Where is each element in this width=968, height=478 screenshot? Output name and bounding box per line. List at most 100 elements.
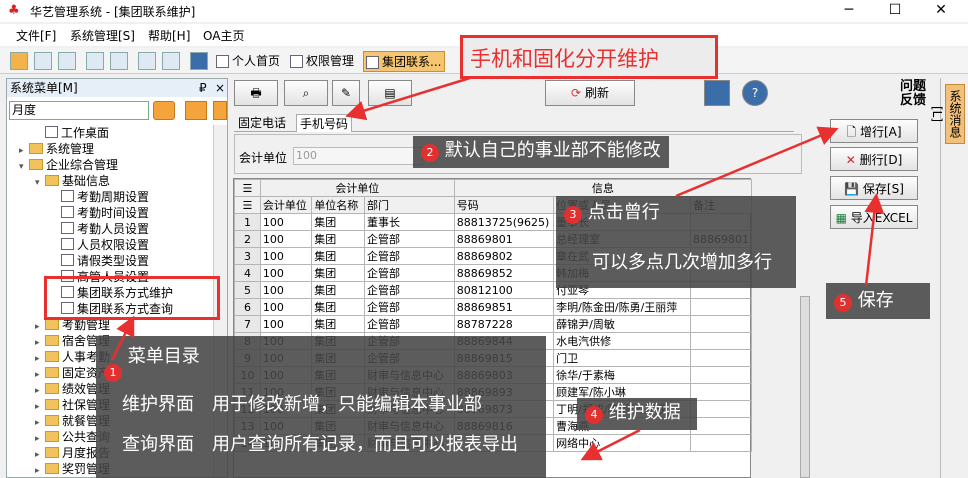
- tree-item[interactable]: 工作桌面: [19, 125, 219, 141]
- edit-button[interactable]: ✎: [332, 80, 360, 106]
- tab-mobile[interactable]: 手机号码: [296, 114, 353, 132]
- table-cell[interactable]: 88869801: [453, 230, 555, 248]
- table-cell[interactable]: 企管部: [364, 315, 455, 333]
- tree-item[interactable]: 考勤人员设置: [19, 221, 219, 237]
- table-cell[interactable]: [689, 417, 753, 435]
- column-header[interactable]: 会计单位: [259, 196, 313, 214]
- menu-help[interactable]: 帮助[H]: [148, 27, 190, 44]
- table-cell[interactable]: 88869852: [453, 264, 555, 282]
- mail-icon[interactable]: [162, 52, 180, 70]
- expand-icon[interactable]: ▾: [35, 175, 45, 191]
- table-cell[interactable]: 集团: [311, 315, 366, 333]
- tools-icon[interactable]: [34, 52, 52, 70]
- help-button[interactable]: ?: [742, 80, 768, 106]
- maximize-button[interactable]: ☐: [872, 0, 918, 22]
- print-icon[interactable]: [58, 52, 76, 70]
- table-row[interactable]: 7 100 集团 企管部 88787228 薛锦尹/周敏: [234, 315, 753, 333]
- column-header[interactable]: 部门: [364, 196, 455, 214]
- table-cell[interactable]: 李明/陈金田/陈勇/王丽萍: [553, 298, 691, 316]
- column-header[interactable]: 号码: [453, 196, 555, 214]
- window-switch-button[interactable]: [704, 80, 730, 106]
- table-cell[interactable]: 88813725(9625): [453, 213, 555, 231]
- settings-icon[interactable]: [10, 52, 28, 70]
- table-cell[interactable]: 集团: [311, 281, 366, 299]
- feedback-label[interactable]: 问题反馈: [900, 80, 934, 108]
- table-cell[interactable]: [689, 434, 753, 452]
- vertical-scrollbar[interactable]: [800, 296, 810, 478]
- table-cell[interactable]: 董事长: [364, 213, 455, 231]
- menu-system[interactable]: 系统管理[S]: [70, 27, 135, 44]
- expand-icon[interactable]: ▾: [19, 159, 29, 175]
- add-row-button[interactable]: 🗋 增行[A]: [830, 119, 918, 143]
- window-icon[interactable]: [190, 52, 208, 70]
- table-cell[interactable]: 企管部: [364, 230, 455, 248]
- import-excel-button[interactable]: ▦ 导入EXCEL: [830, 205, 918, 229]
- table-cell[interactable]: [689, 400, 753, 418]
- table-cell[interactable]: 企管部: [364, 298, 455, 316]
- table-cell[interactable]: 企管部: [364, 264, 455, 282]
- arrow-right-icon[interactable]: [185, 101, 207, 120]
- table-cell[interactable]: 水电汽供修: [553, 332, 691, 350]
- book-icon[interactable]: [86, 52, 104, 70]
- table-cell[interactable]: 集团: [311, 298, 366, 316]
- table-cell[interactable]: [689, 349, 753, 367]
- arrow-left-icon[interactable]: [213, 101, 227, 120]
- table-cell[interactable]: 薛锦尹/周敏: [553, 315, 691, 333]
- table-row[interactable]: 6 100 集团 企管部 88869851 李明/陈金田/陈勇/王丽萍: [234, 298, 753, 316]
- table-cell[interactable]: 80812100: [453, 281, 555, 299]
- delete-row-button[interactable]: ✕ 删行[D]: [830, 147, 918, 171]
- tab-landline[interactable]: 固定电话: [238, 114, 286, 131]
- print-button[interactable]: 🖶: [234, 80, 278, 106]
- tree-item[interactable]: 请假类型设置: [19, 253, 219, 269]
- sidebar-close-icon[interactable]: ×: [215, 79, 225, 97]
- table-cell[interactable]: 100: [259, 298, 313, 316]
- column-header[interactable]: 单位名称: [311, 196, 366, 214]
- table-cell[interactable]: 100: [259, 264, 313, 282]
- pin-icon[interactable]: ₽: [199, 79, 207, 97]
- tree-item[interactable]: 考勤时间设置: [19, 205, 219, 221]
- tree-item[interactable]: 人员权限设置: [19, 237, 219, 253]
- table-cell[interactable]: 100: [259, 213, 313, 231]
- table-cell[interactable]: 网络中心: [553, 434, 691, 452]
- table-cell[interactable]: 88869851: [453, 298, 555, 316]
- table-cell[interactable]: [689, 298, 753, 316]
- tree-item[interactable]: ▸ 系统管理: [19, 141, 219, 157]
- preview-button[interactable]: ⌕: [284, 80, 328, 106]
- menu-file[interactable]: 文件[F]: [16, 27, 56, 44]
- layout-button[interactable]: ▤: [368, 80, 412, 106]
- table-cell[interactable]: 企管部: [364, 247, 455, 265]
- tab-home[interactable]: 个人首页: [214, 51, 286, 72]
- table-cell[interactable]: 100: [259, 315, 313, 333]
- table-cell[interactable]: 徐华/于素梅: [553, 366, 691, 384]
- table-cell[interactable]: 集团: [311, 230, 366, 248]
- refresh-search-icon[interactable]: [153, 101, 175, 120]
- filter-unit-input[interactable]: 100: [293, 147, 423, 165]
- table-cell[interactable]: [689, 383, 753, 401]
- table-cell[interactable]: [689, 315, 753, 333]
- refresh-button[interactable]: ⟳ 刷新: [545, 80, 635, 106]
- table-cell[interactable]: 88787228: [453, 315, 555, 333]
- table-cell[interactable]: 集团: [311, 264, 366, 282]
- table-cell[interactable]: 100: [259, 230, 313, 248]
- system-message-tab[interactable]: 系统消息[L]: [930, 84, 965, 144]
- tree-item[interactable]: 考勤周期设置: [19, 189, 219, 205]
- tree-item[interactable]: ▾ 基础信息: [19, 173, 219, 189]
- menu-oa[interactable]: OA主页: [203, 27, 244, 44]
- table-cell[interactable]: 集团: [311, 247, 366, 265]
- tab-group-contact[interactable]: 集团联系...: [363, 51, 445, 72]
- expand-icon[interactable]: ▸: [35, 463, 45, 478]
- table-cell[interactable]: 88869802: [453, 247, 555, 265]
- tree-item[interactable]: ▾ 企业综合管理: [19, 157, 219, 173]
- menu-search-input[interactable]: 月度: [9, 101, 149, 120]
- table-cell[interactable]: 100: [259, 247, 313, 265]
- tab-permission[interactable]: 权限管理: [288, 51, 360, 72]
- table-cell[interactable]: [689, 332, 753, 350]
- save-button[interactable]: 💾 保存[S]: [830, 176, 918, 200]
- table-cell[interactable]: [689, 366, 753, 384]
- minimize-button[interactable]: ─: [826, 0, 872, 22]
- table-cell[interactable]: 集团: [311, 213, 366, 231]
- table-icon[interactable]: [138, 52, 156, 70]
- export-icon[interactable]: [110, 52, 128, 70]
- table-cell[interactable]: 门卫: [553, 349, 691, 367]
- close-button[interactable]: ✕: [918, 0, 964, 22]
